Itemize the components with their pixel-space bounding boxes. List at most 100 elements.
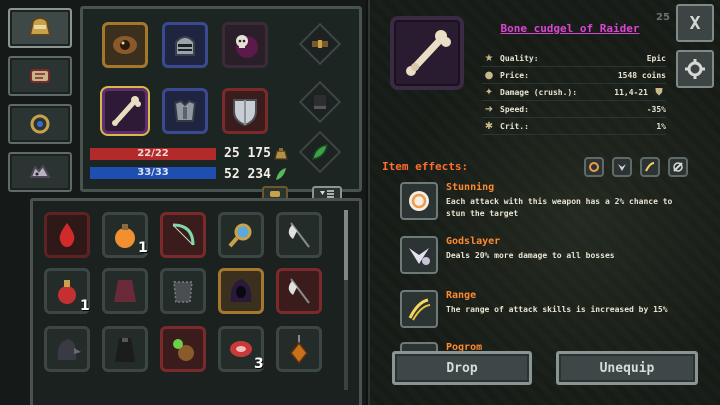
item-count: 1 bbox=[80, 298, 90, 314]
skull-orb-icon bbox=[236, 35, 258, 58]
slot-shield[interactable] bbox=[222, 88, 268, 134]
damage-icon: ✦ bbox=[484, 86, 494, 98]
health-bar: 22/22 bbox=[90, 148, 216, 160]
speed-icon: ➜ bbox=[484, 103, 494, 115]
settings-button[interactable] bbox=[676, 50, 714, 88]
amulet-icon bbox=[30, 114, 50, 134]
inventory-scroll-thumb[interactable] bbox=[344, 210, 348, 280]
effect-description: Each attack with this weapon has a 2% ch… bbox=[446, 197, 673, 218]
red-potion-icon bbox=[58, 280, 76, 304]
blood-drop-icon bbox=[59, 223, 75, 247]
helmet-hat-icon bbox=[28, 17, 52, 36]
inventory-item[interactable] bbox=[276, 212, 322, 258]
chainmail-icon bbox=[173, 281, 193, 303]
health-value: 22/22 bbox=[137, 148, 169, 159]
knight-helmet-icon bbox=[175, 36, 195, 56]
effect-description: The range of attack skills is increased … bbox=[446, 305, 668, 314]
selected-item-icon bbox=[390, 16, 464, 90]
axe-icon bbox=[288, 278, 310, 304]
effect-chip-pogrom[interactable] bbox=[668, 157, 688, 177]
wings-icon bbox=[400, 236, 438, 274]
unequip-button[interactable]: Unequip bbox=[556, 351, 698, 385]
item-count: 3 bbox=[254, 356, 264, 372]
tab-equipment[interactable] bbox=[8, 8, 72, 48]
stat-label: Damage (crush.): bbox=[500, 87, 578, 97]
tab-pets[interactable] bbox=[8, 152, 72, 192]
item-title: Bone cudgel of Raider bbox=[500, 22, 640, 35]
treasure-pouch-icon bbox=[173, 339, 194, 361]
crow-mask-icon bbox=[57, 339, 81, 360]
gloves-icon bbox=[314, 95, 326, 109]
axe-icon bbox=[288, 222, 310, 248]
slot-armor[interactable] bbox=[162, 88, 208, 134]
inventory-item[interactable] bbox=[160, 268, 206, 314]
inventory-item[interactable] bbox=[218, 212, 264, 258]
claw-icon bbox=[645, 162, 655, 172]
stat-value: 1548 coins bbox=[617, 70, 666, 80]
stat-price: ● Price: 1548 coins bbox=[482, 67, 666, 84]
inventory-item[interactable] bbox=[160, 326, 206, 372]
slot-helmet[interactable] bbox=[162, 22, 208, 68]
black-cloak-icon bbox=[115, 338, 135, 362]
pet-icon bbox=[29, 164, 51, 178]
slot-weapon[interactable] bbox=[102, 88, 148, 134]
effect-description: Deals 20% more damage to all bosses bbox=[446, 251, 615, 260]
bone-icon bbox=[112, 96, 141, 126]
effect-chip-stun[interactable] bbox=[584, 157, 604, 177]
herbs-amount: 52 234 bbox=[224, 167, 271, 182]
item-level: 25 bbox=[656, 12, 670, 23]
close-button[interactable]: X bbox=[676, 4, 714, 42]
herb-icon bbox=[276, 168, 286, 180]
inventory-item[interactable] bbox=[102, 268, 148, 314]
effect-chip-godslayer[interactable] bbox=[612, 157, 632, 177]
plate-armor-icon bbox=[173, 99, 197, 122]
meat-icon bbox=[230, 341, 252, 357]
inventory-item[interactable] bbox=[44, 326, 90, 372]
coin-icon: ● bbox=[484, 69, 494, 81]
stat-damage: ✦ Damage (crush.): 11,4-21 ⛊ bbox=[482, 84, 666, 101]
drop-button[interactable]: Drop bbox=[392, 351, 532, 385]
stat-label: Crit.: bbox=[500, 121, 529, 131]
tab-scrolls[interactable] bbox=[8, 56, 72, 96]
stat-speed: ➜ Speed: -35% bbox=[482, 101, 666, 118]
stun-icon bbox=[400, 182, 438, 220]
inventory-item[interactable] bbox=[102, 326, 148, 372]
effect-chip-range[interactable] bbox=[640, 157, 660, 177]
stat-crit: ✱ Crit.: 1% bbox=[482, 118, 666, 135]
inventory-item[interactable] bbox=[276, 326, 322, 372]
inventory-item[interactable] bbox=[160, 212, 206, 258]
effect-name: Godslayer bbox=[446, 236, 501, 247]
mana-bar: 33/33 bbox=[90, 167, 216, 179]
character-panel: 22/22 33/33 25 175 52 234 1 1 3 bbox=[0, 0, 366, 405]
pogrom-icon bbox=[673, 162, 683, 172]
crit-icon: ✱ bbox=[484, 120, 494, 132]
inventory-item[interactable] bbox=[276, 268, 322, 314]
stat-label: Speed: bbox=[500, 104, 529, 114]
gold-amount: 25 175 bbox=[224, 146, 271, 161]
stun-icon bbox=[589, 162, 599, 172]
stat-value: -35% bbox=[646, 104, 666, 114]
claw-icon bbox=[400, 290, 438, 328]
effects-title: Item effects: bbox=[382, 160, 469, 173]
gold-bag-icon bbox=[274, 148, 288, 160]
slot-accessory[interactable] bbox=[222, 22, 268, 68]
inventory-item[interactable] bbox=[218, 268, 264, 314]
item-details-panel: Bone cudgel of Raider 25 ★ Quality: Epic… bbox=[368, 0, 720, 405]
scroll-icon bbox=[30, 69, 50, 83]
tab-amulets[interactable] bbox=[8, 104, 72, 144]
effect-name: Range bbox=[446, 290, 477, 301]
eye-amulet-icon bbox=[113, 36, 137, 54]
stat-value: 1% bbox=[656, 121, 666, 131]
wings-icon bbox=[618, 164, 626, 171]
shield-icon bbox=[233, 99, 257, 127]
inventory-item[interactable] bbox=[44, 212, 90, 258]
cloak-icon bbox=[114, 280, 136, 302]
stat-label: Quality: bbox=[500, 53, 539, 63]
bone-icon bbox=[406, 30, 451, 76]
stat-value: 11,4-21 bbox=[614, 87, 648, 97]
stat-label: Price: bbox=[500, 70, 529, 80]
slot-trinket[interactable] bbox=[102, 22, 148, 68]
orange-potion-icon bbox=[115, 224, 135, 248]
info-icon[interactable]: ⛊ bbox=[652, 87, 666, 98]
stat-value: Epic bbox=[646, 53, 666, 63]
